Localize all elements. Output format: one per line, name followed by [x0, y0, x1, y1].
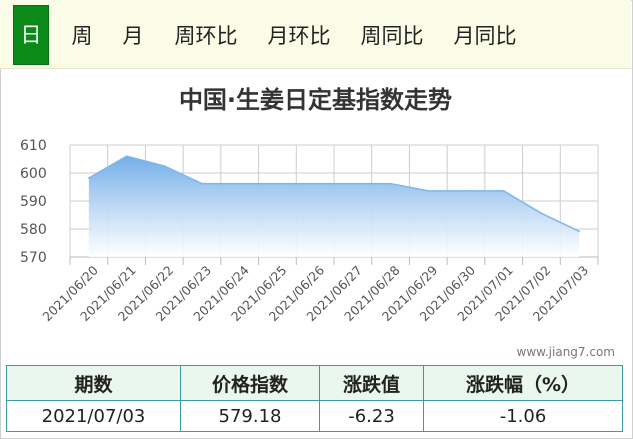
- data-point: [163, 165, 166, 167]
- cell-change-value: -6.23: [319, 400, 424, 432]
- data-point: [427, 190, 430, 192]
- header-change-percent: 涨跌幅（%）: [423, 365, 623, 401]
- data-point: [125, 155, 128, 157]
- header-price-index: 价格指数: [180, 365, 320, 401]
- data-point: [314, 182, 316, 185]
- data-point: [540, 212, 543, 215]
- data-point: [465, 190, 467, 192]
- summary-table: 期数 价格指数 涨跌值 涨跌幅（%） 2021/07/03 579.18 -6.…: [6, 365, 623, 432]
- data-point: [88, 177, 90, 179]
- index-trend-chart: 5705805906006102021/06/202021/06/212021/…: [20, 138, 599, 324]
- data-point: [201, 182, 203, 185]
- table-header-row: 期数 价格指数 涨跌值 涨跌幅（%）: [6, 365, 623, 401]
- cell-price-index: 579.18: [180, 400, 320, 432]
- y-tick-label: 580: [20, 222, 47, 238]
- header-period: 期数: [6, 365, 181, 401]
- y-tick-label: 590: [20, 194, 47, 210]
- table-row: 2021/07/03 579.18 -6.23 -1.06: [6, 400, 623, 432]
- cell-period: 2021/07/03: [6, 400, 181, 432]
- data-point: [389, 182, 392, 185]
- cell-change-percent: -1.06: [423, 400, 623, 432]
- y-tick-label: 610: [20, 138, 47, 154]
- data-point: [352, 182, 354, 185]
- y-tick-label: 570: [20, 250, 47, 266]
- data-point: [276, 182, 279, 185]
- data-point: [502, 190, 505, 192]
- watermark: www.jiang7.com: [516, 345, 615, 359]
- data-point: [578, 230, 580, 233]
- data-point: [238, 182, 241, 185]
- y-tick-label: 600: [20, 166, 47, 182]
- header-change-value: 涨跌值: [319, 365, 424, 401]
